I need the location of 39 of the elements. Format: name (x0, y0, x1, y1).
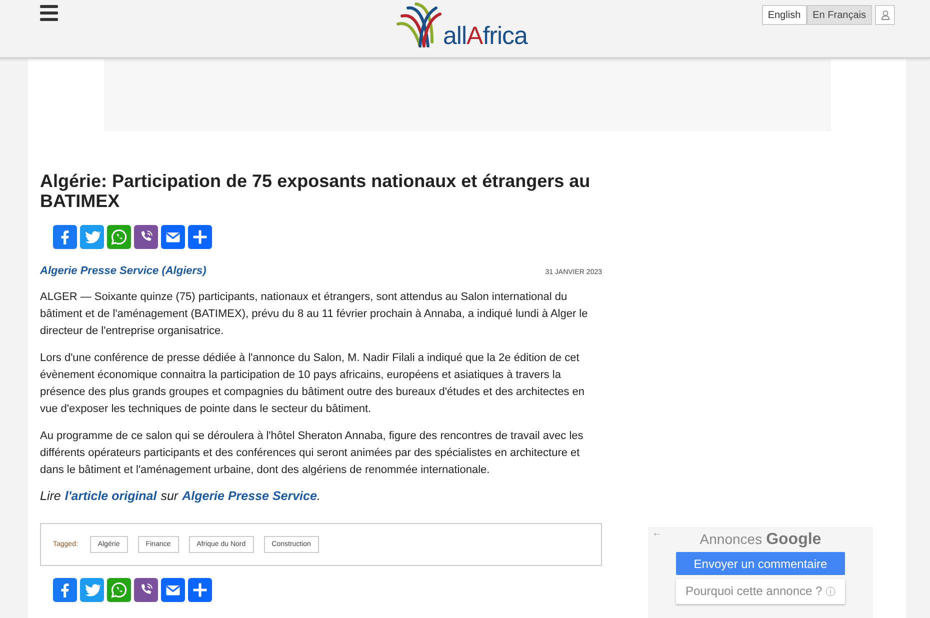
bird-icon (83, 228, 101, 246)
phone-bubble-icon (110, 581, 128, 599)
language-button[interactable]: English (762, 5, 807, 25)
article-title: Algérie: Participation de 75 exposants nationaux et étrangers au BATIMEX (40, 171, 592, 211)
article-paragraph: ALGER — Soixante quinze (75) participants, nationaux et étrangers, sont attendus au Salon international du bâtiment et de l'aménagement (BATIMEX), prévu du 8 au 11 février prochain à Annaba, a indiqué lundi à Alger le directeur de l'entreprise organisatrice. (40, 290, 589, 339)
source-link[interactable]: Algerie Presse Service (Algiers) (40, 265, 206, 277)
language-button[interactable]: En Français (806, 5, 872, 25)
read-more-text: Lire (40, 489, 61, 503)
share-button[interactable] (53, 578, 77, 602)
phone-bubble-icon (110, 228, 128, 246)
original-article-link[interactable]: l'article original (64, 489, 157, 503)
share-button[interactable] (134, 225, 158, 249)
share-button[interactable] (161, 578, 185, 602)
ads-label: Annonces (700, 531, 762, 547)
share-button[interactable] (188, 225, 212, 249)
plus-icon (191, 581, 209, 599)
why-this-ad-button[interactable]: Pourquoi cette annonce ? ⓘ (676, 579, 845, 604)
article-paragraph: Au programme de ce salon qui se déroulera à l'hôtel Sheraton Annaba, figure des rencontres de travail avec les différents opérateurs participants et des conférences qui seront animées par des spécialistes en architecture et dans le bâtiment et l'aménagement urbaine, dont des algériens de renommée internationale. (40, 429, 584, 478)
ads-brand: Google (766, 531, 822, 549)
share-button[interactable] (53, 225, 77, 249)
bird-icon (83, 581, 101, 599)
feedback-button[interactable]: Envoyer un commentaire (676, 552, 845, 575)
user-button[interactable] (875, 5, 895, 25)
share-button[interactable] (80, 225, 104, 249)
share-button[interactable] (80, 578, 104, 602)
plus-icon (191, 228, 209, 246)
share-button[interactable] (107, 578, 131, 602)
site-logo[interactable]: allAfrica (443, 24, 528, 49)
share-button[interactable] (107, 225, 131, 249)
share-button[interactable] (188, 578, 212, 602)
logo-mark-icon (396, 2, 442, 50)
source-site-link[interactable]: Algerie Presse Service (182, 489, 317, 503)
share-button[interactable] (161, 225, 185, 249)
article-paragraph: Lors d'une conférence de presse dédiée à l'annonce du Salon, M. Nadir Filali a indiqué que la 2e édition de cet évènement économique connaitra la participation de 10 pays africains, européens et asiatiques à travers la présence des plus grands groupes et compagnies du bâtiment outre des bureaux d'études et des architectes en vue d'exposer les techniques de pointe dans le secteur du bâtiment. (40, 351, 586, 417)
period-text: . (316, 489, 320, 503)
read-more-text: sur (160, 489, 178, 503)
menu-icon[interactable] (40, 5, 58, 21)
share-button[interactable] (134, 578, 158, 602)
user-icon (880, 10, 890, 20)
